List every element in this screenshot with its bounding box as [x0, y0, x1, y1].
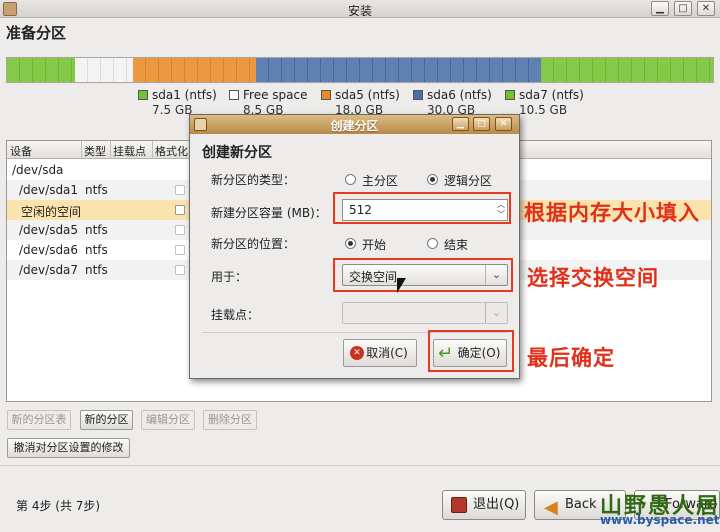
minimize-button[interactable]: ▁	[651, 1, 669, 16]
dialog-close-button[interactable]: ✕	[495, 117, 512, 131]
quit-button[interactable]: 退出(Q)	[442, 490, 526, 520]
swap-highlight-box	[333, 258, 513, 292]
format-checkbox[interactable]	[175, 265, 185, 275]
cancel-label: 取消(C)	[366, 346, 408, 360]
mount-point-label: 挂载点：	[211, 308, 260, 322]
legend-swatch	[321, 90, 331, 100]
end-radio[interactable]	[427, 238, 438, 249]
partition-bar-segment	[75, 58, 134, 82]
mouse-cursor-icon	[397, 278, 406, 293]
partition-bar-segment	[133, 58, 256, 82]
partition-bar-segment	[255, 58, 542, 82]
legend-swatch	[413, 90, 423, 100]
use-as-label: 用于：	[211, 270, 248, 284]
window-title: 安装	[347, 4, 372, 18]
partition-bar	[6, 57, 714, 83]
primary-radio[interactable]	[345, 174, 356, 185]
dialog-minimize-button[interactable]: ▁	[452, 117, 469, 131]
chevron-down-icon: ⌄	[485, 303, 507, 323]
back-arrow-icon: ◀	[544, 497, 558, 518]
device-cell: /dev/sda5	[19, 223, 79, 237]
logical-radio-label[interactable]: 逻辑分区	[444, 172, 492, 189]
device-cell: /dev/sda	[12, 163, 64, 177]
partition-bar-segment	[541, 58, 714, 82]
legend-swatch	[505, 90, 515, 100]
delete-partition-button[interactable]: 删除分区	[203, 410, 257, 430]
begin-radio[interactable]	[345, 238, 356, 249]
watermark-url: www.byspace.net	[600, 513, 720, 527]
maximize-button[interactable]: □	[674, 1, 692, 16]
device-cell: /dev/sda6	[19, 243, 79, 257]
page-title: 准备分区	[6, 24, 67, 42]
dialog-title: 创建分区	[330, 119, 379, 133]
swap-annotation: 选择交换空间	[527, 266, 659, 290]
type-cell: ntfs	[85, 263, 108, 277]
type-cell: ntfs	[85, 183, 108, 197]
edit-partition-button[interactable]: 编辑分区	[141, 410, 195, 430]
primary-radio-label[interactable]: 主分区	[362, 172, 398, 189]
type-cell: ntfs	[85, 223, 108, 237]
logical-radio[interactable]	[427, 174, 438, 185]
footer-divider	[0, 465, 720, 466]
location-label: 新分区的位置：	[211, 237, 296, 251]
legend-swatch	[138, 90, 148, 100]
close-button[interactable]: ✕	[697, 1, 715, 16]
cancel-button[interactable]: ✕ 取消(C)	[343, 339, 417, 367]
step-indicator: 第 4步 (共 7步)	[16, 499, 101, 513]
window-titlebar: 安装 ▁ □ ✕	[0, 0, 720, 18]
new-partition-table-button[interactable]: 新的分区表	[7, 410, 71, 430]
format-checkbox[interactable]	[175, 205, 185, 215]
column-header-mount[interactable]: 挂载点	[113, 143, 146, 159]
column-header-device[interactable]: 设备	[10, 143, 32, 159]
format-checkbox[interactable]	[175, 225, 185, 235]
partition-type-label: 新分区的类型：	[211, 173, 296, 187]
end-radio-label[interactable]: 结束	[444, 236, 468, 253]
size-annotation: 根据内存大小填入	[524, 201, 700, 225]
type-cell: ntfs	[85, 243, 108, 257]
column-header-type[interactable]: 类型	[84, 143, 106, 159]
size-highlight-box	[333, 192, 511, 224]
device-cell: /dev/sda1	[19, 183, 79, 197]
column-header-format[interactable]: 格式化	[155, 143, 188, 159]
dialog-titlebar: 创建分区 ▁ □ ✕	[190, 115, 519, 134]
dialog-heading: 创建新分区	[202, 145, 272, 161]
undo-changes-button[interactable]: 撤消对分区设置的修改	[7, 438, 130, 458]
back-label: Back	[565, 497, 597, 512]
cancel-icon: ✕	[350, 346, 364, 360]
dialog-maximize-button[interactable]: □	[473, 117, 490, 131]
mount-point-dropdown[interactable]: ⌄	[342, 302, 508, 324]
format-checkbox[interactable]	[175, 185, 185, 195]
new-partition-button[interactable]: 新的分区	[80, 410, 133, 430]
partition-bar-segment	[7, 58, 76, 82]
ok-highlight-box	[428, 330, 514, 372]
quit-label: 退出(Q)	[473, 497, 520, 512]
format-checkbox[interactable]	[175, 245, 185, 255]
device-cell: /dev/sda7	[19, 263, 79, 277]
ok-annotation: 最后确定	[527, 346, 615, 370]
size-label: 新建分区容量 (MB)：	[211, 206, 327, 220]
begin-radio-label[interactable]: 开始	[362, 236, 386, 253]
device-cell: 空闲的空间	[21, 205, 82, 219]
legend-swatch	[229, 90, 239, 100]
quit-icon	[451, 497, 467, 513]
